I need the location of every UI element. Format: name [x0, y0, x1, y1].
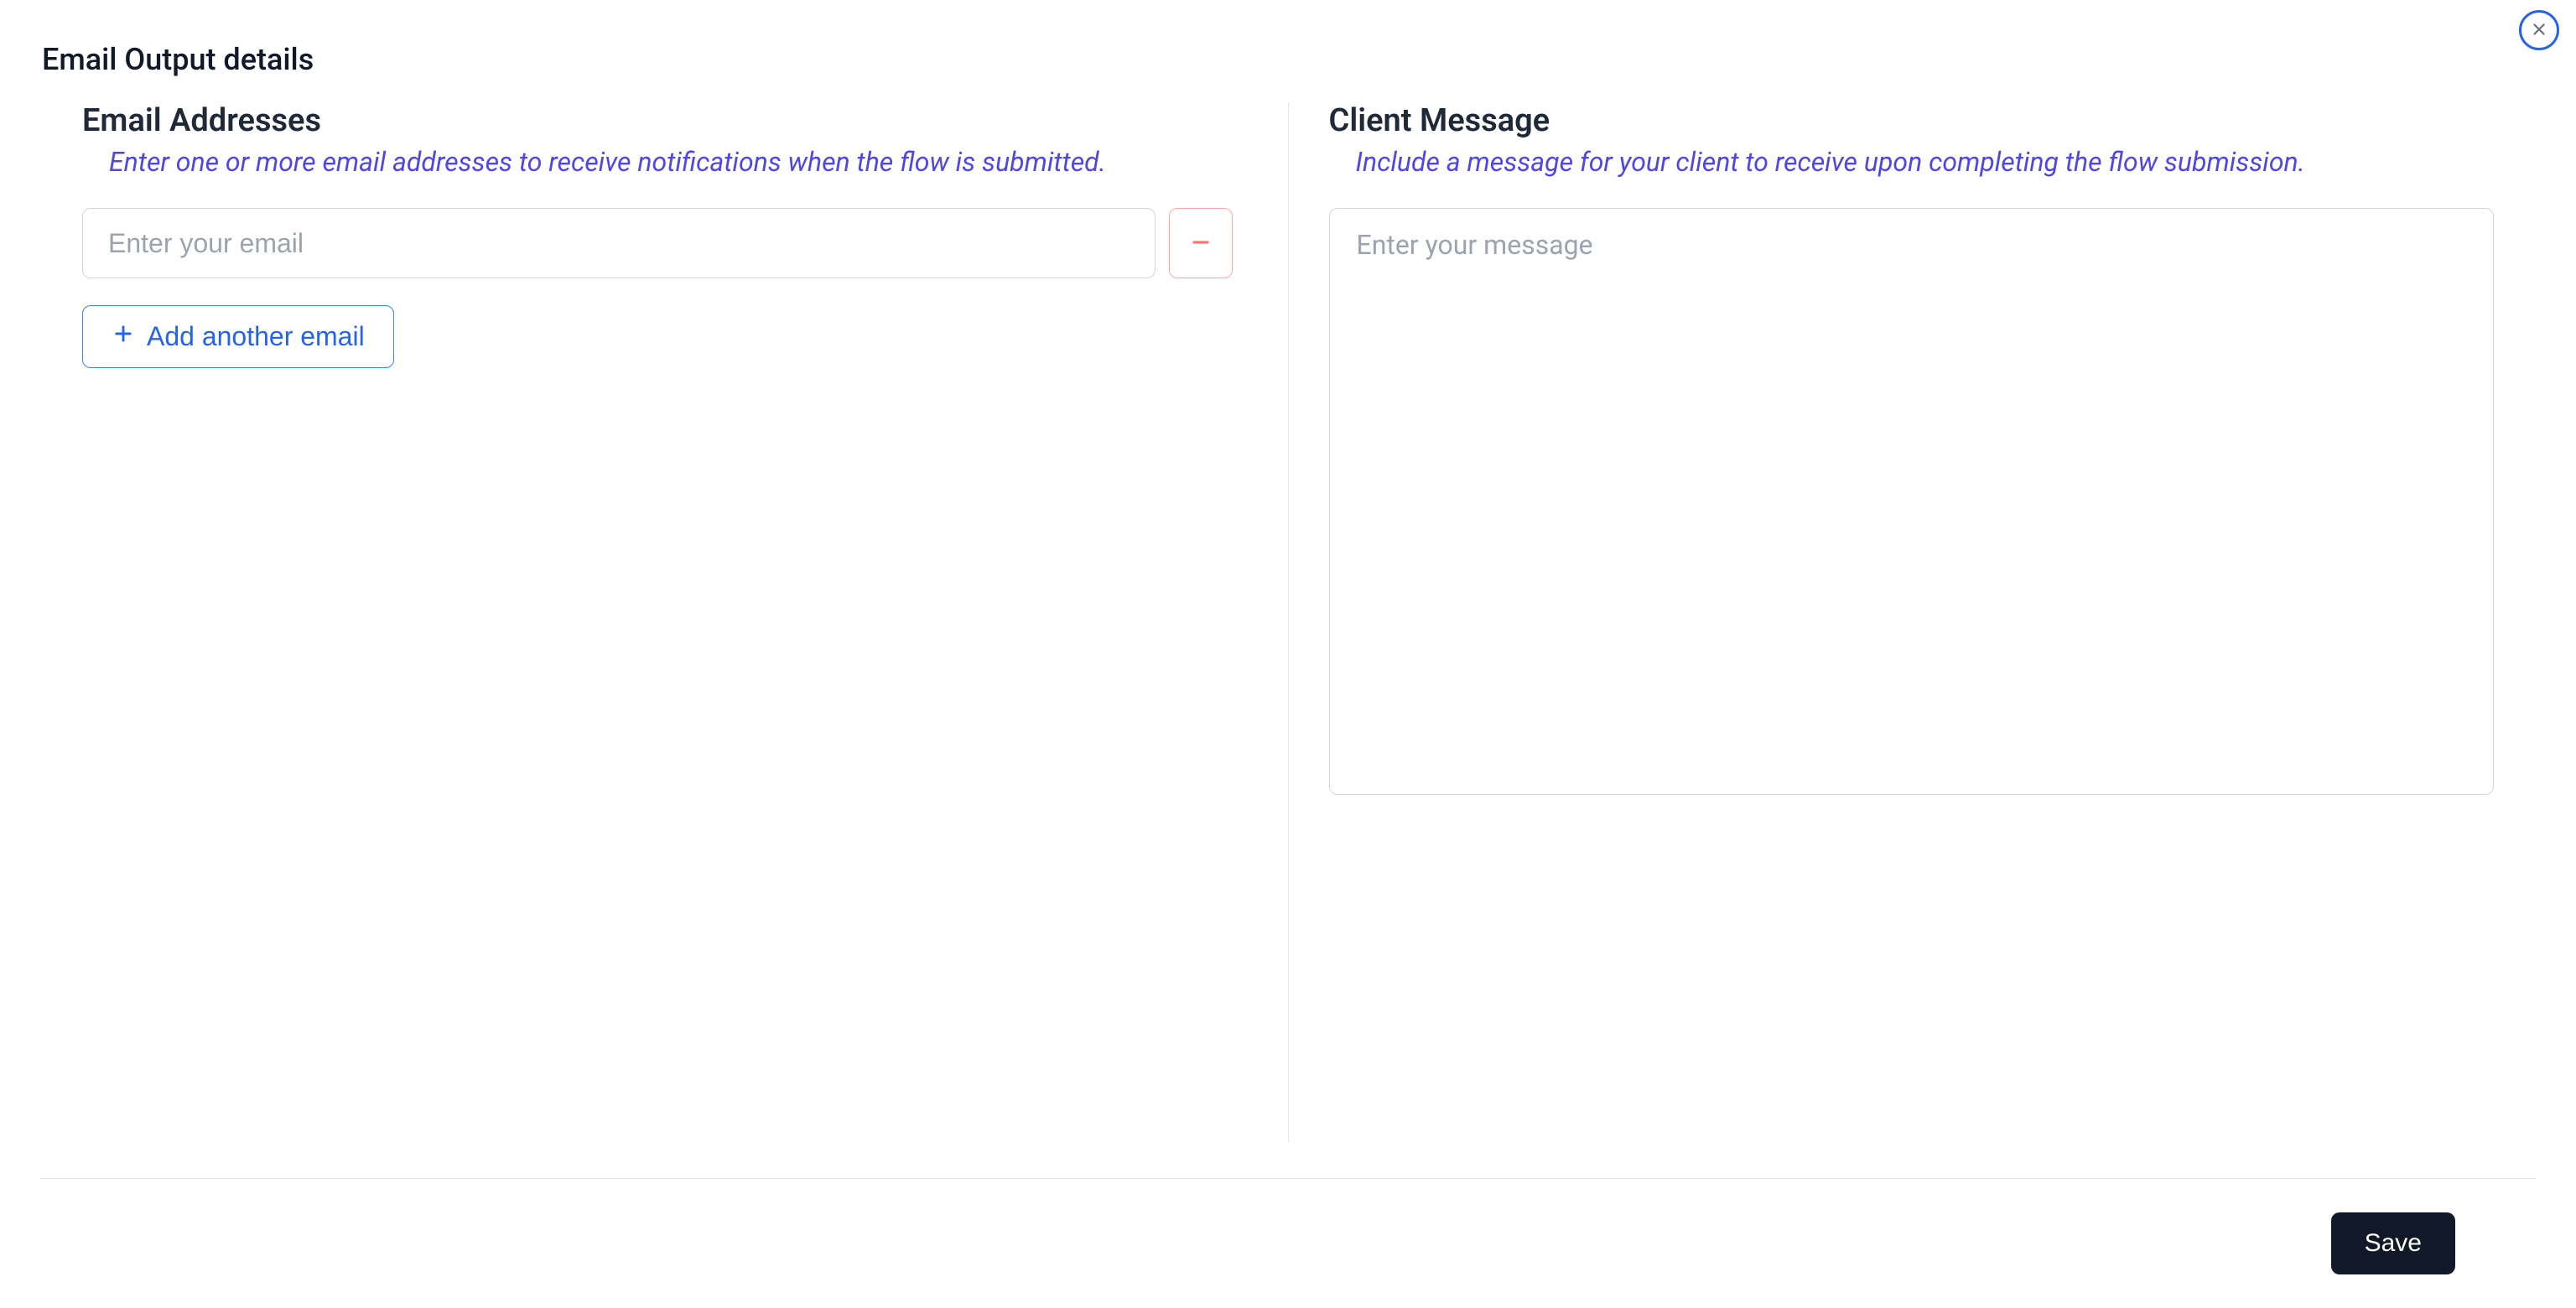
email-section-heading: Email Addresses	[82, 102, 1248, 139]
remove-email-button[interactable]	[1169, 208, 1233, 278]
close-icon	[2530, 20, 2548, 41]
client-message-section: Client Message Include a message for you…	[1289, 102, 2495, 1142]
modal-header: Email Output details	[42, 42, 2534, 102]
minus-icon	[1189, 231, 1213, 257]
save-button[interactable]: Save	[2331, 1212, 2455, 1274]
close-button[interactable]	[2519, 10, 2559, 50]
email-input[interactable]	[82, 208, 1156, 278]
add-button-label: Add another email	[147, 321, 365, 352]
email-section-subtext: Enter one or more email addresses to rec…	[109, 146, 1248, 178]
message-section-heading: Client Message	[1329, 102, 2495, 139]
email-output-modal: Email Output details Email Addresses Ent…	[0, 0, 2576, 1308]
modal-title: Email Output details	[42, 42, 314, 77]
modal-body: Email Addresses Enter one or more email …	[42, 102, 2534, 1142]
add-another-email-button[interactable]: Add another email	[82, 305, 394, 368]
email-addresses-section: Email Addresses Enter one or more email …	[82, 102, 1289, 1142]
email-input-row	[82, 208, 1248, 278]
message-section-subtext: Include a message for your client to rec…	[1356, 146, 2495, 178]
modal-footer: Save	[40, 1178, 2536, 1308]
plus-icon	[112, 321, 135, 352]
client-message-textarea[interactable]	[1329, 208, 2495, 795]
